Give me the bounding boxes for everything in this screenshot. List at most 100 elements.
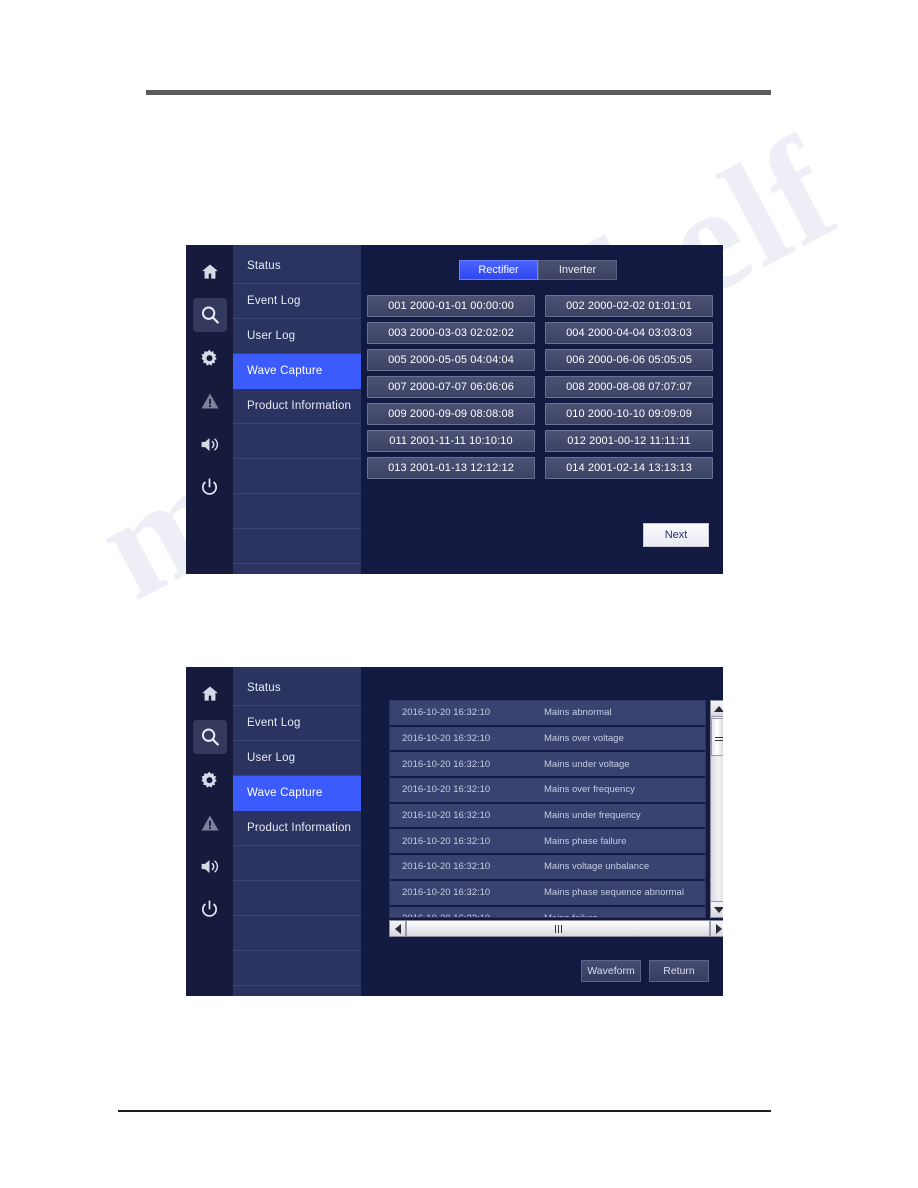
header-rule	[146, 90, 771, 95]
menu-item-empty-6	[233, 881, 361, 916]
event-log-row[interactable]: 2016-10-20 16:32:10 Mains over voltage	[390, 726, 705, 753]
event-timestamp: 2016-10-20 16:32:10	[402, 887, 491, 899]
event-timestamp: 2016-10-20 16:32:10	[402, 861, 491, 873]
menu-item-empty-8	[233, 529, 361, 564]
grip-icon	[557, 924, 559, 933]
event-timestamp: 2016-10-20 16:32:10	[402, 784, 491, 796]
event-timestamp: 2016-10-20 16:32:10	[402, 810, 491, 822]
event-description: Mains failure	[544, 913, 705, 917]
event-description: Mains abnormal	[544, 707, 612, 719]
menu-item-empty-6	[233, 459, 361, 494]
wave-capture-entry[interactable]: 003 2000-03-03 02:02:02	[367, 322, 535, 344]
warning-icon[interactable]	[193, 806, 227, 840]
tab-rectifier[interactable]: Rectifier	[459, 260, 538, 280]
power-icon[interactable]	[193, 892, 227, 926]
event-description: Mains over frequency	[544, 784, 635, 796]
menu-item-empty-5	[233, 424, 361, 459]
event-description: Mains over voltage	[544, 733, 624, 745]
panel1-content: Rectifier Inverter 001 2000-01-01 00:00:…	[361, 245, 723, 574]
power-icon[interactable]	[193, 470, 227, 504]
wave-capture-entry[interactable]: 012 2001-00-12 11:11:11	[545, 430, 713, 452]
wave-capture-entry[interactable]: 009 2000-09-09 08:08:08	[367, 403, 535, 425]
gear-icon[interactable]	[193, 341, 227, 375]
menu-item-empty-8	[233, 951, 361, 986]
wave-capture-entry[interactable]: 013 2001-01-13 12:12:12	[367, 457, 535, 479]
icon-rail	[186, 245, 233, 574]
menu-item-status[interactable]: Status	[233, 249, 361, 284]
waveform-button[interactable]: Waveform	[581, 960, 641, 982]
wave-capture-entry[interactable]: 006 2000-06-06 05:05:05	[545, 349, 713, 371]
wave-capture-entry[interactable]: 014 2001-02-14 13:13:13	[545, 457, 713, 479]
gear-icon[interactable]	[193, 763, 227, 797]
event-description: Mains voltage unbalance	[544, 861, 650, 873]
event-log-row[interactable]: 2016-10-20 16:32:10 Mains phase sequence …	[390, 880, 705, 907]
menu-item-empty-7	[233, 916, 361, 951]
event-log-row[interactable]: 2016-10-20 16:32:10 Mains under frequency	[390, 803, 705, 830]
event-log-row[interactable]: 2016-10-20 16:32:10Mains failure	[390, 906, 705, 917]
scroll-right-button[interactable]	[710, 921, 723, 936]
event-description: Mains phase sequence abnormal	[544, 887, 684, 899]
scroll-up-button[interactable]	[711, 701, 723, 717]
next-button[interactable]: Next	[643, 523, 709, 547]
event-log-screen: Status Event Log User Log Wave Capture Produ…	[186, 667, 723, 996]
wave-capture-entry[interactable]: 001 2000-01-01 00:00:00	[367, 295, 535, 317]
menu-item-event-log[interactable]: Event Log	[233, 706, 361, 741]
return-button[interactable]: Return	[649, 960, 709, 982]
scroll-left-button[interactable]	[390, 921, 406, 936]
home-icon[interactable]	[193, 677, 227, 711]
chevron-down-icon	[713, 906, 723, 913]
menu-item-empty-5	[233, 846, 361, 881]
event-timestamp: 2016-10-20 16:32:10	[402, 835, 491, 847]
scroll-down-button[interactable]	[711, 901, 723, 917]
menu-item-status[interactable]: Status	[233, 671, 361, 706]
chevron-up-icon	[713, 705, 723, 712]
wave-capture-entry[interactable]: 010 2000-10-10 09:09:09	[545, 403, 713, 425]
search-icon[interactable]	[192, 298, 227, 332]
menu-item-event-log[interactable]: Event Log	[233, 284, 361, 319]
menu-item-user-log[interactable]: User Log	[233, 741, 361, 776]
menu-item-user-log[interactable]: User Log	[233, 319, 361, 354]
event-log-row[interactable]: 2016-10-20 16:32:10 Mains over frequency	[390, 778, 705, 804]
speaker-icon[interactable]	[193, 849, 227, 883]
home-icon[interactable]	[193, 255, 227, 289]
wave-capture-entry[interactable]: 011 2001-11-11 10:10:10	[367, 430, 535, 452]
event-timestamp: 2016-10-20 16:32:10	[402, 758, 491, 770]
warning-icon[interactable]	[193, 384, 227, 418]
panel2-content: 2016-10-20 16:32:10 Mains abnormal 2016-10…	[361, 667, 723, 996]
event-log-row[interactable]: 2016-10-20 16:32:10 Mains abnormal	[390, 701, 705, 727]
icon-rail	[186, 667, 233, 996]
event-log-row[interactable]: 2016-10-20 16:32:10 Mains voltage unbalan…	[390, 855, 705, 881]
menu-item-wave-capture[interactable]: Wave Capture	[233, 354, 361, 389]
menu-item-wave-capture[interactable]: Wave Capture	[233, 776, 361, 811]
event-log-row[interactable]: 2016-10-20 16:32:10 Mains under voltage	[390, 752, 705, 779]
vertical-scroll-thumb[interactable]	[711, 718, 723, 756]
wave-capture-entry[interactable]: 002 2000-02-02 01:01:01	[545, 295, 713, 317]
event-log-row[interactable]: 2016-10-20 16:32:10 Mains phase failure	[390, 829, 705, 856]
menu-item-product-information[interactable]: Product Information	[233, 389, 361, 424]
horizontal-scrollbar[interactable]	[389, 920, 723, 937]
event-description: Mains phase failure	[544, 835, 627, 847]
tab-inverter[interactable]: Inverter	[538, 260, 617, 280]
nav-menu: Status Event Log User Log Wave Capture Produ…	[233, 245, 361, 574]
footer-rule	[118, 1110, 771, 1112]
grip-icon	[714, 736, 723, 738]
document-page: manualshelf StatusEvent LogUser LogWave …	[0, 0, 918, 1188]
wave-capture-list: 001 2000-01-01 00:00:00 002 2000-02-02 01…	[367, 295, 713, 479]
vertical-scrollbar[interactable]	[710, 700, 723, 918]
menu-item-empty-7	[233, 494, 361, 529]
speaker-icon[interactable]	[193, 427, 227, 461]
menu-item-product-information[interactable]: Product Information	[233, 811, 361, 846]
wave-capture-entry[interactable]: 007 2000-07-07 06:06:06	[367, 376, 535, 398]
wave-capture-entry[interactable]: 004 2000-04-04 03:03:03	[545, 322, 713, 344]
event-timestamp: 2016-10-20 16:32:10	[402, 707, 491, 719]
wave-capture-entry[interactable]: 008 2000-08-08 07:07:07	[545, 376, 713, 398]
wave-capture-screen: Status Event Log User Log Wave Capture Produ…	[186, 245, 723, 574]
search-icon[interactable]	[192, 720, 227, 754]
horizontal-scroll-thumb[interactable]	[406, 921, 710, 936]
source-tabs: Rectifier Inverter	[459, 260, 617, 280]
event-log-table[interactable]: 2016-10-20 16:32:10 Mains abnormal 2016-10…	[389, 700, 706, 918]
chevron-left-icon	[394, 923, 401, 934]
event-timestamp: 2016-10-20 16:32:10	[402, 733, 491, 745]
wave-capture-entry[interactable]: 005 2000-05-05 04:04:04	[367, 349, 535, 371]
event-description: Mains under frequency	[544, 810, 641, 822]
